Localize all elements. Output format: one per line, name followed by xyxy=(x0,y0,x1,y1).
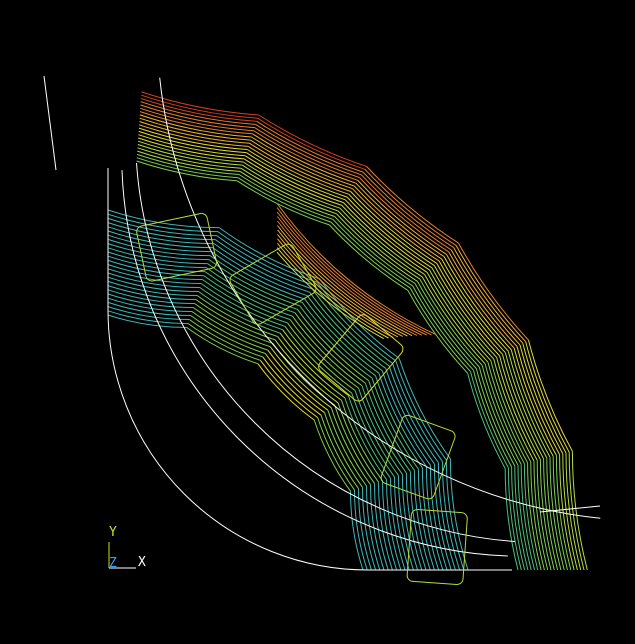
y-axis-label: Y xyxy=(109,525,117,540)
x-axis-label: X xyxy=(138,555,146,570)
z-axis-label: Z xyxy=(109,556,117,571)
field-plot-viewport[interactable]: Y Z X xyxy=(0,0,635,644)
